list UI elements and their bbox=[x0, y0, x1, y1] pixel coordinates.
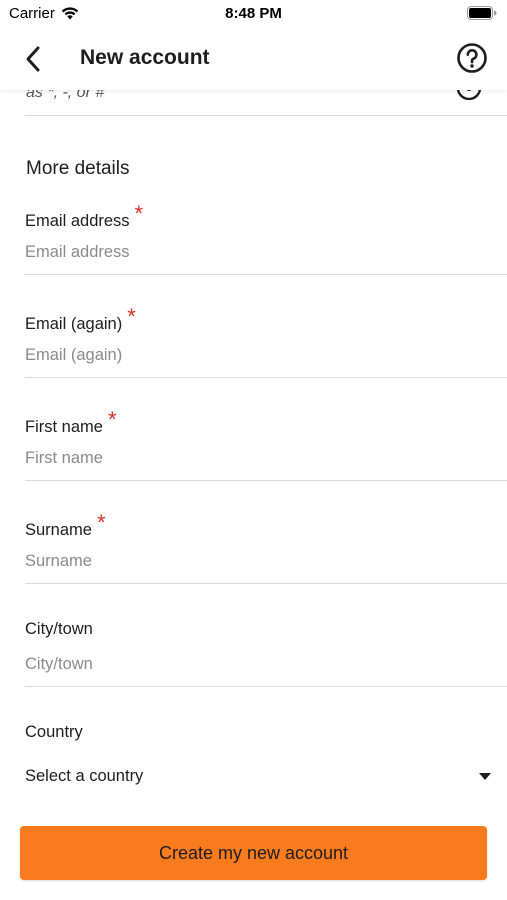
form-content[interactable]: as *, -, or # More details Email address… bbox=[0, 90, 507, 900]
first-name-underline bbox=[25, 480, 507, 481]
page-title: New account bbox=[80, 46, 210, 69]
eye-icon bbox=[456, 90, 482, 101]
email-again-underline bbox=[25, 377, 507, 378]
country-select[interactable]: Select a country bbox=[25, 763, 491, 789]
email-input[interactable] bbox=[25, 238, 495, 266]
password-hint-text: as *, -, or # bbox=[26, 90, 105, 101]
surname-label: Surname * bbox=[25, 512, 106, 540]
create-account-button[interactable]: Create my new account bbox=[20, 826, 487, 880]
city-label: City/town bbox=[25, 620, 93, 639]
city-underline bbox=[25, 686, 507, 687]
first-name-field: First name * bbox=[25, 409, 507, 517]
city-field: City/town bbox=[25, 620, 507, 723]
show-password-button[interactable] bbox=[455, 90, 483, 105]
email-label: Email address * bbox=[25, 203, 143, 231]
surname-label-text: Surname bbox=[25, 521, 92, 539]
surname-input[interactable] bbox=[25, 547, 495, 575]
screen: Carrier 8:48 PM New account as *, -, or … bbox=[0, 0, 507, 900]
caret-down-icon bbox=[479, 772, 491, 780]
city-label-text: City/town bbox=[25, 620, 93, 638]
email-field: Email address * bbox=[25, 203, 507, 311]
email-again-label-text: Email (again) bbox=[25, 315, 123, 333]
help-button[interactable] bbox=[456, 42, 488, 74]
status-time: 8:48 PM bbox=[225, 5, 282, 22]
email-again-label: Email (again) * bbox=[25, 306, 136, 334]
first-name-input[interactable] bbox=[25, 444, 495, 472]
country-field: Country Select a country bbox=[25, 723, 507, 826]
status-bar: Carrier 8:48 PM bbox=[0, 0, 507, 28]
country-select-value: Select a country bbox=[25, 766, 144, 785]
surname-field: Surname * bbox=[25, 512, 507, 620]
first-name-label-text: First name bbox=[25, 418, 103, 436]
city-input[interactable] bbox=[25, 650, 495, 678]
navigation-bar: New account bbox=[0, 28, 507, 90]
required-marker: * bbox=[134, 201, 144, 226]
question-circle-icon bbox=[457, 43, 487, 73]
section-title-more-details: More details bbox=[26, 158, 130, 179]
surname-underline bbox=[25, 583, 507, 584]
required-marker: * bbox=[107, 407, 117, 432]
email-again-input[interactable] bbox=[25, 341, 495, 369]
battery-icon bbox=[467, 6, 497, 24]
email-label-text: Email address bbox=[25, 212, 130, 230]
email-underline bbox=[25, 274, 507, 275]
email-again-field: Email (again) * bbox=[25, 306, 507, 414]
country-label: Country bbox=[25, 723, 83, 742]
required-marker: * bbox=[127, 304, 136, 329]
first-name-label: First name * bbox=[25, 409, 117, 437]
divider bbox=[25, 115, 507, 116]
chevron-left-icon bbox=[26, 46, 40, 72]
country-label-text: Country bbox=[25, 723, 83, 741]
required-marker: * bbox=[96, 510, 106, 535]
back-button[interactable] bbox=[18, 43, 48, 75]
